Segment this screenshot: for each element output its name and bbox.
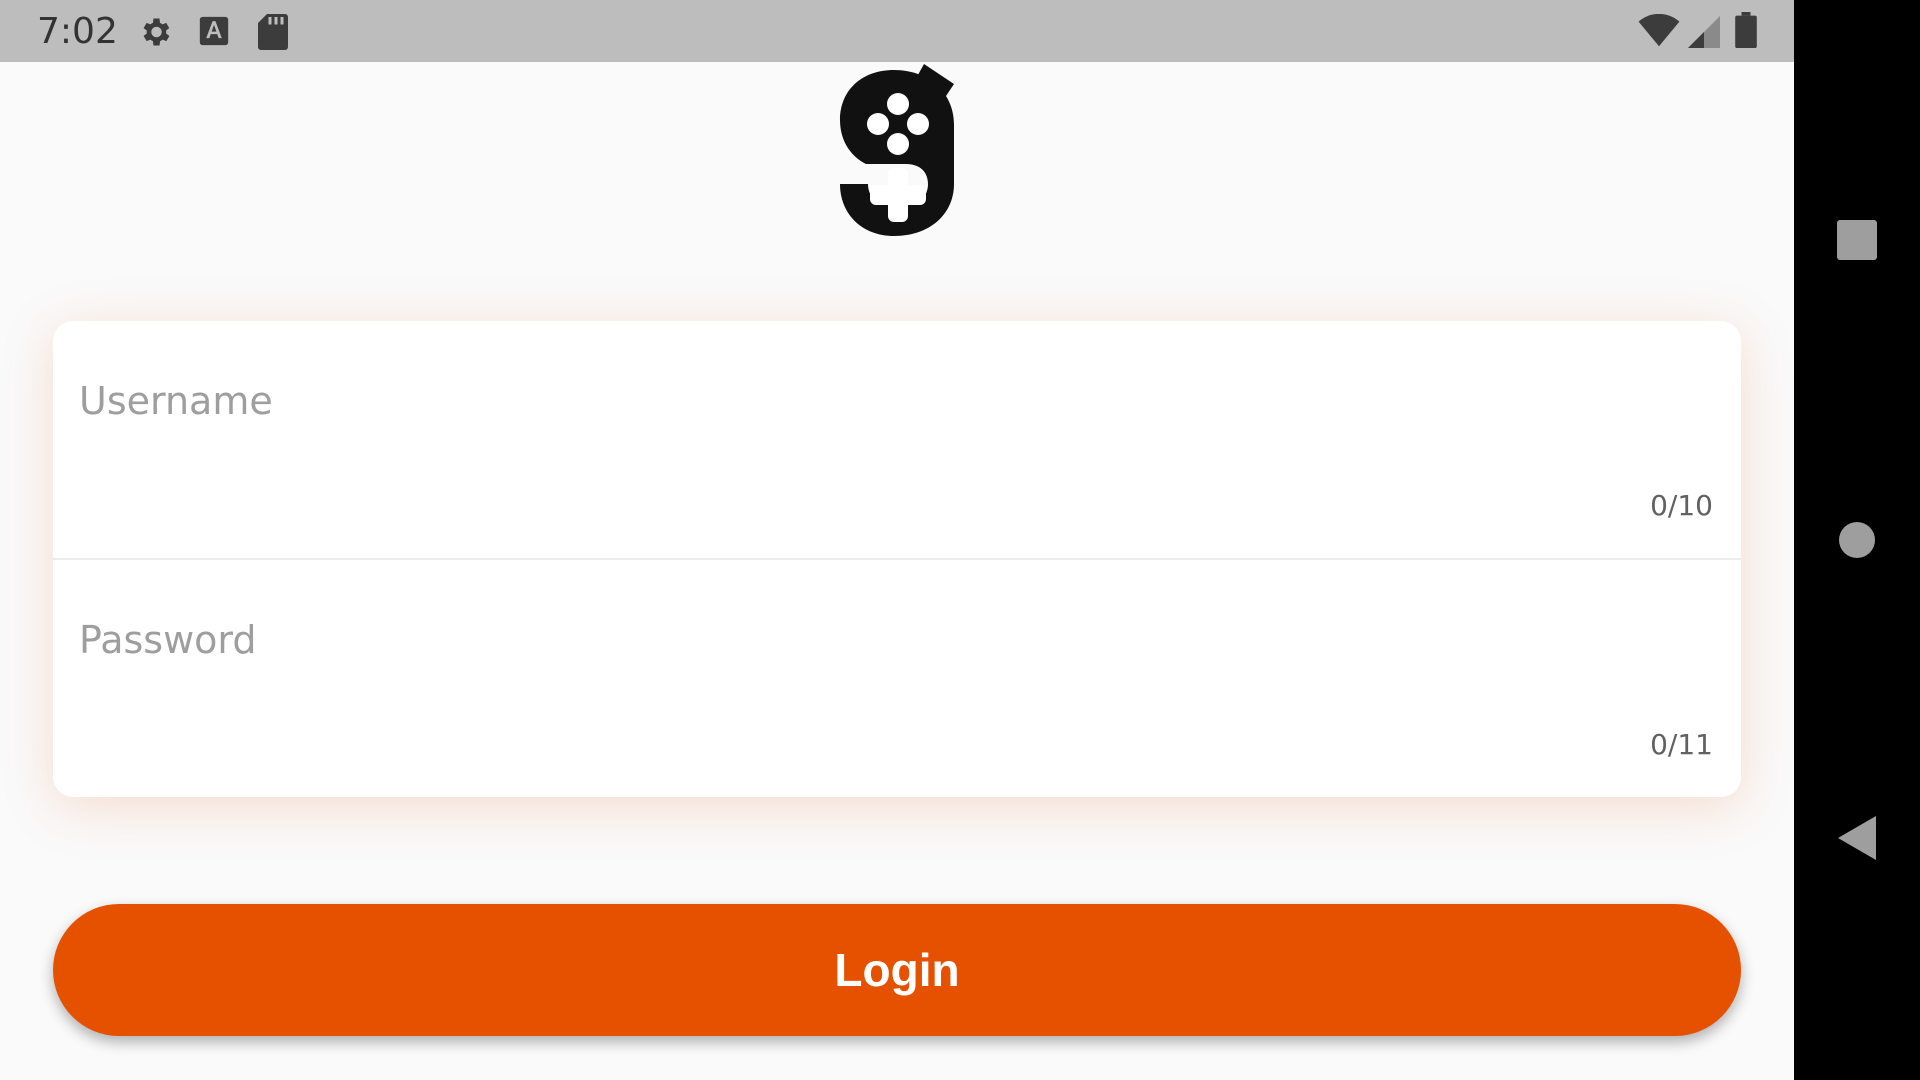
status-time: 7:02: [37, 11, 118, 52]
back-triangle-icon: [1838, 816, 1876, 860]
home-button[interactable]: [1794, 510, 1920, 570]
wifi-icon: [1638, 13, 1680, 52]
back-button[interactable]: [1794, 808, 1920, 868]
gamepad-g-logo: [836, 64, 958, 240]
password-input[interactable]: [79, 600, 1679, 680]
font-a-icon: [197, 14, 231, 52]
username-char-counter: 0/10: [1650, 489, 1713, 522]
login-content: 0/10 0/11 Login: [0, 62, 1794, 1080]
password-char-counter: 0/11: [1650, 728, 1713, 761]
username-field-container: 0/10: [53, 321, 1741, 558]
battery-icon: [1735, 12, 1757, 52]
recents-square-icon: [1837, 220, 1877, 260]
sd-card-icon: [258, 14, 288, 54]
username-input[interactable]: [79, 361, 1679, 441]
password-field-container: 0/11: [53, 560, 1741, 797]
recents-button[interactable]: [1794, 210, 1920, 270]
login-button[interactable]: Login: [53, 904, 1741, 1036]
login-screen: 7:02 Username 0/10 0/11 Login: [0, 0, 1920, 1080]
navigation-bar: [1794, 0, 1920, 1080]
home-circle-icon: [1839, 522, 1875, 558]
login-form-card: 0/10 0/11: [53, 321, 1741, 797]
cell-signal-icon: [1688, 16, 1720, 52]
status-bar: 7:02: [0, 0, 1794, 62]
gear-icon: [137, 14, 173, 54]
